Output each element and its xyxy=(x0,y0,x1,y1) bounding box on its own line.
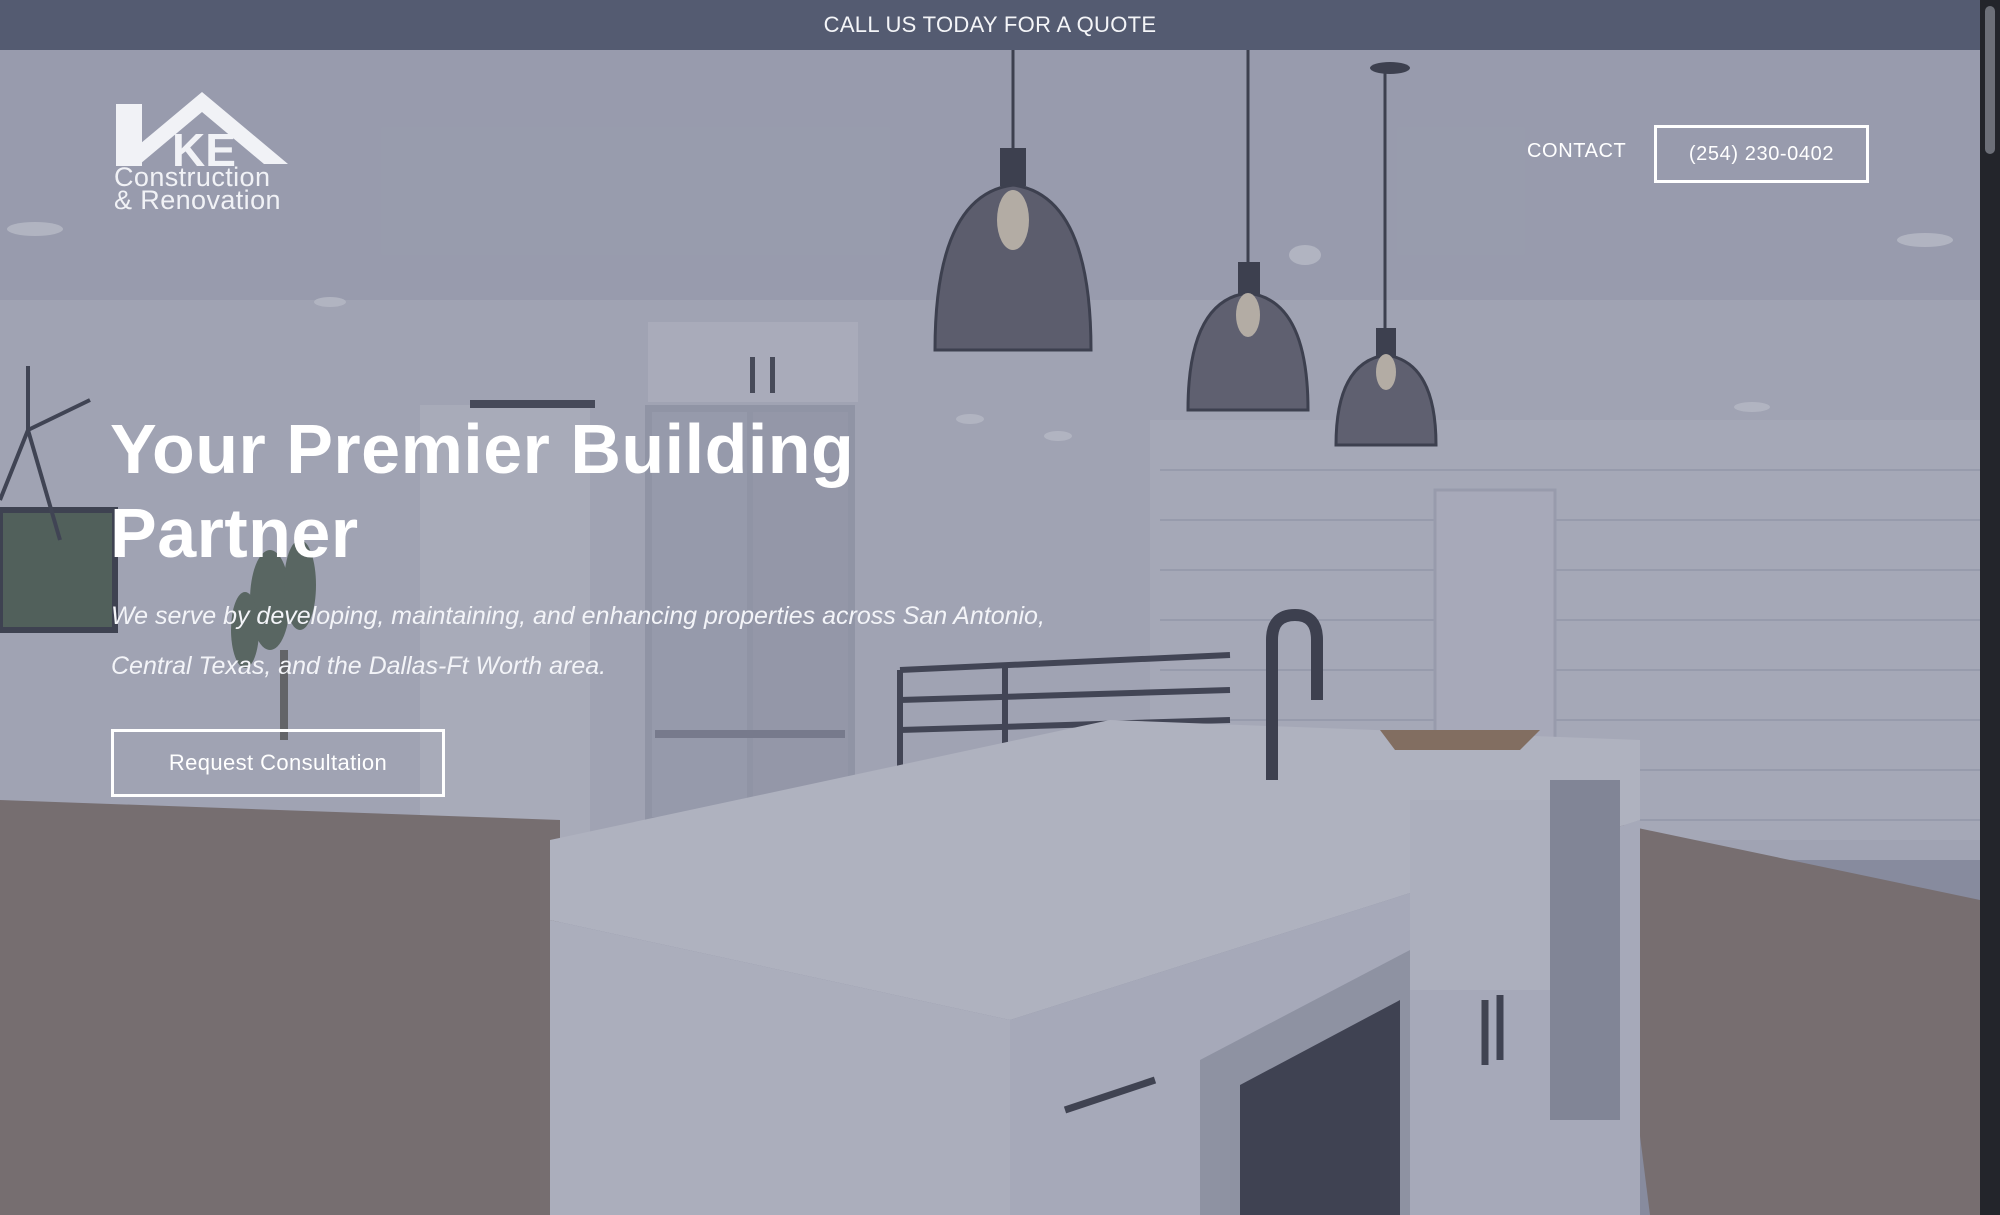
logo-wordmark: Construction & Renovation xyxy=(114,164,314,215)
page-scrollbar[interactable] xyxy=(1980,0,2000,1215)
nav-link-contact[interactable]: CONTACT xyxy=(1527,140,1626,163)
phone-button[interactable]: (254) 230-0402 xyxy=(1654,125,1869,183)
scrollbar-thumb[interactable] xyxy=(1985,6,1995,154)
house-roof-logo-icon: KE xyxy=(116,92,288,170)
announcement-text: CALL US TODAY FOR A QUOTE xyxy=(823,12,1157,37)
request-consultation-button[interactable]: Request Consultation xyxy=(111,729,445,797)
announcement-bar: CALL US TODAY FOR A QUOTE xyxy=(0,0,1980,50)
phone-button-label: (254) 230-0402 xyxy=(1688,142,1835,165)
logo-line-2: & Renovation xyxy=(114,185,281,215)
hero-headline: Your Premier Building Partner xyxy=(110,410,855,572)
page: CALL US TODAY FOR A QUOTE KE Constructio… xyxy=(0,0,2000,1215)
company-logo[interactable]: KE Construction & Renovation xyxy=(112,90,292,218)
hero-subtext: We serve by developing, maintaining, and… xyxy=(111,602,1045,680)
request-consultation-label: Request Consultation xyxy=(168,750,388,775)
